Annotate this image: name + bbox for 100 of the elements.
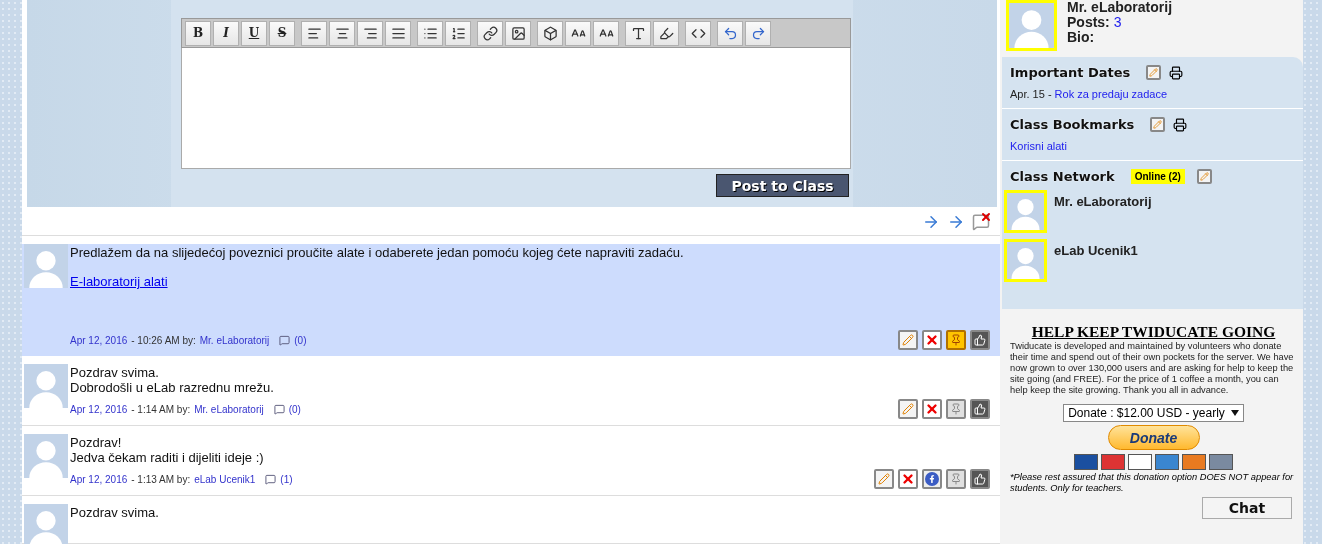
caret-icon bbox=[1230, 410, 1239, 416]
print-icon[interactable] bbox=[1169, 65, 1184, 80]
event-date: Apr. 15 - bbox=[1010, 88, 1052, 100]
toolbar-button[interactable] bbox=[653, 20, 679, 46]
post-time: - 1:14 AM by: bbox=[131, 403, 191, 415]
delete-bubble-icon[interactable] bbox=[970, 211, 992, 233]
author-link[interactable]: eLab Ucenik1 bbox=[194, 473, 256, 485]
card-logo bbox=[1155, 454, 1179, 470]
bookmark-link[interactable]: Korisni alati bbox=[1010, 140, 1295, 152]
toolbar-button[interactable] bbox=[357, 20, 383, 46]
card-logo bbox=[1128, 454, 1152, 470]
section-title: Class Bookmarks bbox=[1010, 117, 1135, 132]
online-badge: Online (2) bbox=[1130, 169, 1185, 184]
pin-button[interactable] bbox=[946, 469, 966, 489]
toolbar-button[interactable] bbox=[329, 20, 355, 46]
toolbar-button[interactable] bbox=[477, 20, 503, 46]
highlighter-icon bbox=[658, 25, 674, 41]
toolbar-button[interactable] bbox=[565, 20, 591, 46]
post-link[interactable]: E-laboratorij alati bbox=[70, 274, 990, 289]
comment-icon bbox=[273, 403, 285, 415]
toolbar-button[interactable] bbox=[301, 20, 327, 46]
member-name[interactable]: eLab Ucenik1 bbox=[1054, 239, 1138, 282]
delete-button[interactable] bbox=[898, 469, 918, 489]
delete-button[interactable] bbox=[922, 399, 942, 419]
format-button[interactable]: B bbox=[185, 20, 211, 46]
toolbar-button[interactable] bbox=[417, 20, 443, 46]
numbered-list-icon bbox=[450, 25, 466, 41]
posts-count-link[interactable]: 3 bbox=[1113, 14, 1122, 30]
format-button[interactable]: U bbox=[241, 20, 267, 46]
edit-button[interactable] bbox=[898, 399, 918, 419]
post-date-link[interactable]: Apr 12, 2016 bbox=[70, 473, 128, 485]
donate-button[interactable]: Donate bbox=[1107, 425, 1200, 450]
post-time: - 10:26 AM by: bbox=[131, 334, 196, 346]
cross-icon bbox=[901, 472, 915, 486]
align-right-icon bbox=[362, 25, 378, 41]
toolbar-button[interactable] bbox=[505, 20, 531, 46]
pencil-icon bbox=[878, 473, 890, 485]
post-text: Pozdrav svima. bbox=[70, 505, 160, 520]
card-logo bbox=[1209, 454, 1233, 470]
edit-button[interactable] bbox=[898, 330, 918, 350]
author-link[interactable]: Mr. eLaboratorij bbox=[199, 334, 270, 346]
align-justify-icon bbox=[390, 25, 406, 41]
chat-button[interactable]: Chat bbox=[1202, 497, 1292, 519]
post-to-class-button[interactable]: Post to Class bbox=[716, 174, 849, 197]
align-left-icon bbox=[306, 25, 322, 41]
link-icon bbox=[482, 25, 498, 41]
edit-button[interactable] bbox=[1150, 117, 1166, 132]
comment-count-link[interactable]: (0) bbox=[294, 334, 307, 346]
toolbar-button[interactable] bbox=[445, 20, 471, 46]
comment-count-link[interactable]: (0) bbox=[288, 403, 301, 415]
posts-label: Posts: 3 bbox=[1067, 15, 1122, 30]
card-logo bbox=[1182, 454, 1206, 470]
like-button[interactable] bbox=[970, 399, 990, 419]
comment-icon bbox=[265, 473, 277, 485]
pin-button[interactable] bbox=[946, 330, 966, 350]
pin-icon bbox=[950, 334, 962, 346]
edit-button[interactable] bbox=[874, 469, 894, 489]
toolbar-button[interactable] bbox=[685, 20, 711, 46]
member-name[interactable]: Mr. eLaboratorij bbox=[1054, 190, 1152, 233]
donate-heading: HELP KEEP TWIDUCATE GOING bbox=[1031, 323, 1276, 341]
profile-name: Mr. eLaboratorij bbox=[1067, 0, 1173, 15]
post-text: Dobrodošli u eLab razrednu mrežu. bbox=[70, 380, 275, 395]
facebook-button[interactable] bbox=[922, 469, 942, 489]
pin-icon bbox=[950, 473, 962, 485]
card-logo bbox=[1101, 454, 1125, 470]
format-button[interactable]: S bbox=[269, 20, 295, 46]
section-title: Class Network bbox=[1010, 169, 1115, 184]
facebook-icon bbox=[925, 472, 939, 486]
comment-count-link[interactable]: (1) bbox=[280, 473, 293, 485]
post-time: - 1:13 AM by: bbox=[131, 473, 191, 485]
toolbar-button[interactable] bbox=[625, 20, 651, 46]
pencil-icon bbox=[902, 403, 914, 415]
image-icon bbox=[510, 25, 526, 41]
pin-button[interactable] bbox=[946, 399, 966, 419]
print-icon[interactable] bbox=[1173, 117, 1188, 132]
donation-select[interactable]: Donate : $12.00 USD - yearly bbox=[1063, 404, 1244, 422]
toolbar-button[interactable] bbox=[537, 20, 563, 46]
edit-button[interactable] bbox=[1196, 169, 1212, 184]
toolbar-button[interactable] bbox=[717, 20, 743, 46]
like-button[interactable] bbox=[970, 330, 990, 350]
toolbar-button[interactable] bbox=[385, 20, 411, 46]
cross-icon bbox=[925, 333, 939, 347]
donate-text: Twiducate is developed and maintained by volunteers who donate their time and spend out of their own pockets for the server. We have now grown to over 130,000 users and are asking for help to keep the site going (and FREE). For the price of 1 coffee a month, you can help keep the site growing. Thank you all in advance. bbox=[1010, 341, 1295, 396]
post-date-link[interactable]: Apr 12, 2016 bbox=[70, 334, 128, 346]
message-input[interactable] bbox=[181, 48, 851, 169]
toolbar-button[interactable] bbox=[593, 20, 619, 46]
post-text: Pozdrav! bbox=[70, 435, 123, 450]
edit-button[interactable] bbox=[1146, 65, 1162, 80]
align-center-icon bbox=[334, 25, 350, 41]
format-button[interactable]: I bbox=[213, 20, 239, 46]
pin-icon bbox=[950, 403, 962, 415]
event-link[interactable]: Rok za predaju zadace bbox=[1054, 88, 1168, 100]
post-text: Predlažem da na slijedećoj poveznici proučite alate i odaberete jedan pomoću kojeg ćete napraviti zadaću. bbox=[70, 245, 685, 260]
thumbs-up-icon bbox=[974, 334, 986, 346]
post-date-link[interactable]: Apr 12, 2016 bbox=[70, 403, 128, 415]
toolbar-button[interactable] bbox=[745, 20, 771, 46]
post-text: Pozdrav svima. bbox=[70, 365, 160, 380]
delete-button[interactable] bbox=[922, 330, 942, 350]
like-button[interactable] bbox=[970, 469, 990, 489]
author-link[interactable]: Mr. eLaboratorij bbox=[194, 403, 264, 415]
